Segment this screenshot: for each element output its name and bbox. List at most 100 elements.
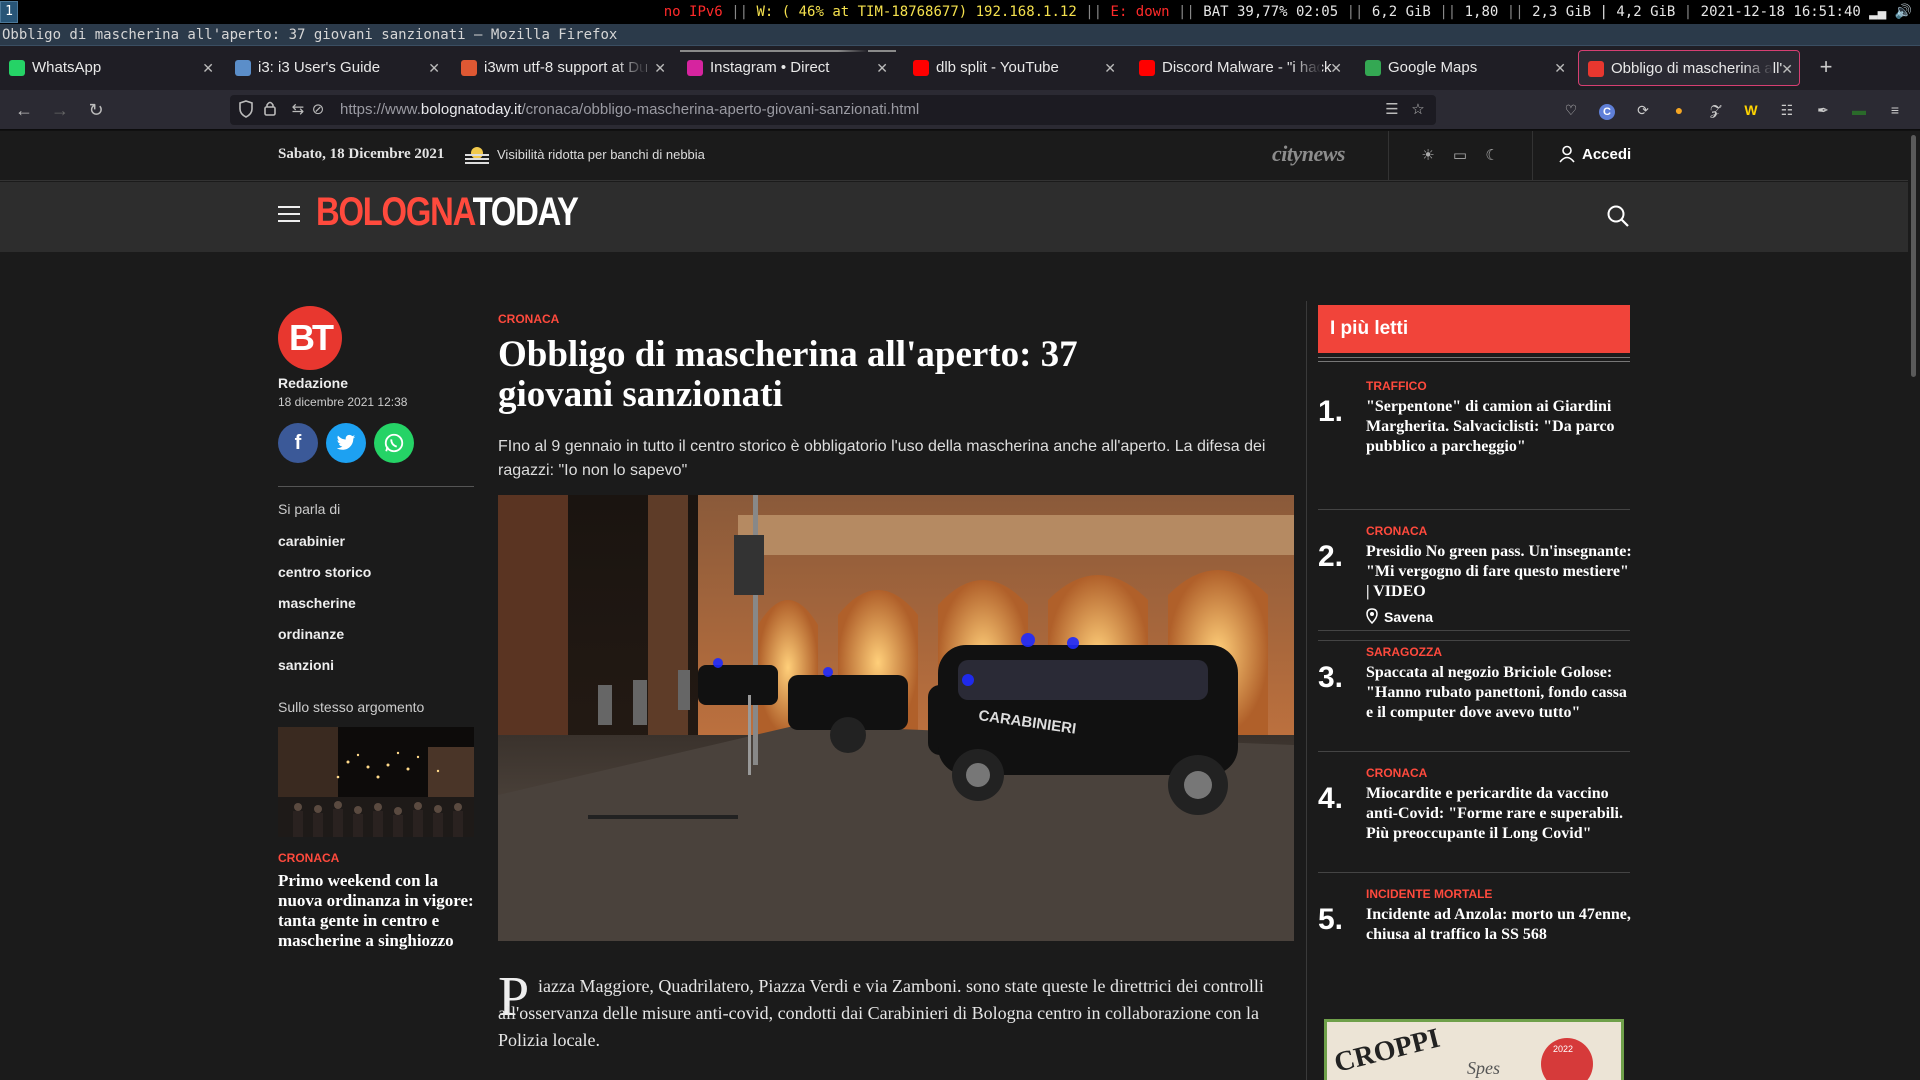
divider: [1318, 361, 1630, 362]
sync-icon[interactable]: ⟳: [1632, 99, 1654, 121]
article-title: Obbligo di mascherina all'aperto: 37 gio…: [498, 334, 1078, 415]
extension-w-icon[interactable]: W: [1740, 99, 1762, 121]
rank-number: 3.: [1318, 661, 1344, 694]
related-heading: Sullo stesso argomento: [278, 699, 425, 715]
item-category[interactable]: TRAFFICO: [1366, 379, 1427, 393]
login-button[interactable]: Accedi: [1558, 145, 1631, 163]
navigation-toolbar: ← → ↻ ⇆ ⊘ https://www.bolognatoday.it/cr…: [0, 90, 1920, 130]
forward-icon[interactable]: →: [46, 96, 74, 124]
menu-icon[interactable]: ≡: [1884, 99, 1906, 121]
browser-tab[interactable]: WhatsApp ✕: [0, 50, 220, 86]
dark-theme-icon[interactable]: ☾: [1482, 146, 1502, 166]
browser-tab[interactable]: Discord Malware - "i hack ✕: [1130, 50, 1348, 86]
publish-date: 18 dicembre 2021 12:38: [278, 395, 408, 409]
tag-link[interactable]: sanzioni: [278, 657, 334, 673]
whatsapp-share-icon[interactable]: [374, 423, 414, 463]
bookmark-star-icon[interactable]: ☆: [1408, 100, 1428, 120]
scrollbar-thumb[interactable]: [1911, 135, 1916, 377]
browser-tab[interactable]: Google Maps ✕: [1356, 50, 1572, 86]
permissions-icon[interactable]: ⇆: [288, 100, 308, 120]
url-text[interactable]: https://www.bolognatoday.it/cronaca/obbl…: [340, 95, 919, 125]
reader-view-icon[interactable]: ☰: [1382, 100, 1402, 120]
extension-c-icon[interactable]: C: [1596, 99, 1618, 121]
browser-tab[interactable]: i3: i3 User's Guide ✕: [226, 50, 446, 86]
workspace-button[interactable]: 1: [0, 1, 18, 23]
article-subtitle: FIno al 9 gennaio in tutto il centro sto…: [498, 438, 1266, 479]
system-theme-icon[interactable]: ▭: [1450, 146, 1470, 166]
youtube-icon: [1139, 60, 1155, 76]
rank-number: 4.: [1318, 782, 1344, 815]
extension-z-icon[interactable]: 𝓩: [1704, 99, 1726, 121]
author-name[interactable]: Redazione: [278, 375, 348, 391]
item-category[interactable]: CRONACA: [1366, 766, 1427, 780]
page-scrollbar[interactable]: [1908, 131, 1920, 1080]
new-tab-button[interactable]: +: [1808, 50, 1844, 86]
tag-link[interactable]: carabinier: [278, 533, 345, 549]
reload-icon[interactable]: ↻: [82, 96, 110, 124]
top-utility-bar: Sabato, 18 Dicembre 2021 Visibilità rido…: [0, 131, 1908, 181]
hamburger-menu-icon[interactable]: [278, 206, 300, 224]
author-avatar[interactable]: BT: [278, 306, 342, 370]
tag-link[interactable]: mascherine: [278, 595, 356, 611]
fog-weather-icon: [464, 145, 490, 165]
browser-tab[interactable]: dlb split - YouTube ✕: [904, 50, 1122, 86]
tag-link[interactable]: ordinanze: [278, 626, 344, 642]
extension-grid-icon[interactable]: ☷: [1776, 99, 1798, 121]
article-category[interactable]: CRONACA: [498, 312, 559, 326]
tab-label: WhatsApp: [32, 59, 102, 76]
bolognatoday-icon: [1588, 61, 1604, 77]
tab-strip: WhatsApp ✕ i3: i3 User's Guide ✕ i3wm utf-8 …: [0, 46, 1920, 90]
instagram-icon: [687, 60, 703, 76]
location-link[interactable]: Savena: [1366, 608, 1433, 627]
volume-icon[interactable]: 🔊: [1895, 4, 1912, 20]
pocket-icon[interactable]: ♡: [1560, 99, 1582, 121]
extension-green-icon[interactable]: ▬: [1848, 99, 1870, 121]
browser-tab[interactable]: i3wm utf-8 support at Du ✕: [452, 50, 672, 86]
close-tab-icon[interactable]: ✕: [1781, 51, 1793, 85]
close-tab-icon[interactable]: ✕: [1104, 50, 1116, 86]
related-category[interactable]: CRONACA: [278, 851, 339, 865]
related-article-title[interactable]: Primo weekend con la nuova ordinanza in …: [278, 871, 478, 951]
browser-tab[interactable]: Instagram • Direct ✕: [678, 50, 894, 86]
browser-tab[interactable]: Obbligo di mascherina all' ✕: [1578, 50, 1800, 86]
site-logo[interactable]: BOLOGNATODAY: [316, 190, 579, 235]
tags-heading: Si parla di: [278, 501, 341, 517]
extension-ink-icon[interactable]: ✒: [1812, 99, 1834, 121]
item-title[interactable]: Spaccata al negozio Briciole Golose: "Ha…: [1366, 663, 1632, 723]
extension-flame-icon[interactable]: ●: [1668, 99, 1690, 121]
item-title[interactable]: Miocardite e pericardite da vaccino anti…: [1366, 784, 1632, 844]
close-tab-icon[interactable]: ✕: [876, 50, 888, 86]
map-pin-icon: [1366, 608, 1378, 627]
twitter-share-icon[interactable]: [326, 423, 366, 463]
item-title[interactable]: "Serpentone" di camion ai Giardini Margh…: [1366, 397, 1632, 457]
item-category[interactable]: SARAGOZZA: [1366, 645, 1442, 659]
related-article-image[interactable]: [278, 727, 474, 837]
item-category[interactable]: CRONACA: [1366, 524, 1427, 538]
svg-text:2022: 2022: [1553, 1044, 1573, 1054]
tag-link[interactable]: centro storico: [278, 564, 371, 580]
tracking-shield-icon[interactable]: [236, 100, 256, 120]
search-icon[interactable]: [1606, 204, 1632, 230]
article-body: iazza Maggiore, Quadrilatero, Piazza Ver…: [498, 976, 1264, 1050]
close-tab-icon[interactable]: ✕: [654, 50, 666, 86]
close-tab-icon[interactable]: ✕: [1554, 50, 1566, 86]
article-hero-image[interactable]: CARABINIERI: [498, 495, 1294, 941]
item-title[interactable]: Presidio No green pass. Un'insegnante: "…: [1366, 542, 1632, 602]
close-tab-icon[interactable]: ✕: [202, 50, 214, 86]
light-theme-icon[interactable]: ☀: [1418, 146, 1438, 166]
item-title[interactable]: Incidente ad Anzola: morto un 47enne, ch…: [1366, 905, 1632, 945]
close-tab-icon[interactable]: ✕: [428, 50, 440, 86]
tab-label: i3: i3 User's Guide: [258, 59, 381, 76]
close-tab-icon[interactable]: ✕: [1330, 50, 1342, 86]
lock-icon[interactable]: [260, 100, 280, 120]
citynews-logo[interactable]: citynews: [1272, 141, 1346, 167]
advertisement-banner[interactable]: CROPPI Spes 2022: [1324, 1019, 1624, 1080]
url-bar[interactable]: ⇆ ⊘ https://www.bolognatoday.it/cronaca/…: [230, 95, 1436, 125]
item-category[interactable]: INCIDENTE MORTALE: [1366, 887, 1492, 901]
blocked-media-icon[interactable]: ⊘: [308, 100, 328, 120]
facebook-share-icon[interactable]: f: [278, 423, 318, 463]
status-line: no IPv6 || W: ( 46% at TIM-18768677) 192…: [663, 4, 1912, 20]
signal-icon[interactable]: ▂▄: [1869, 4, 1886, 20]
back-icon[interactable]: ←: [10, 96, 38, 124]
current-date: Sabato, 18 Dicembre 2021: [278, 146, 445, 162]
